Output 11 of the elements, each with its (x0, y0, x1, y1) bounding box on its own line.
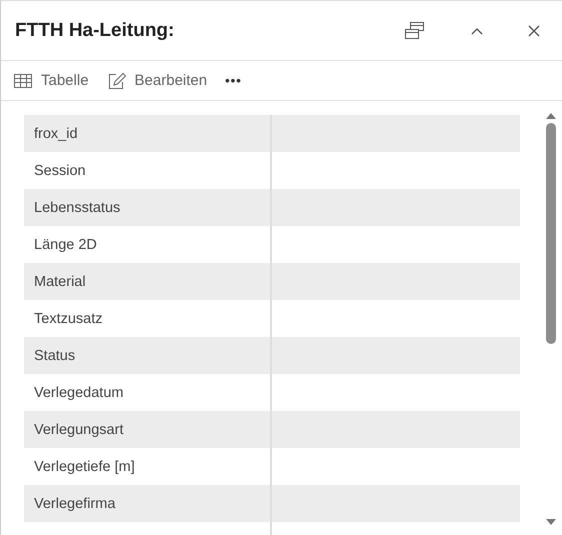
pencil-icon (106, 72, 127, 90)
more-button[interactable]: ••• (223, 71, 244, 90)
dock-icon[interactable] (404, 20, 426, 40)
scroll-up-icon[interactable] (545, 111, 557, 120)
edit-button[interactable]: Bearbeiten (104, 70, 210, 92)
table-button[interactable]: Tabelle (11, 70, 91, 91)
scroll-down-icon[interactable] (545, 518, 557, 527)
window-title: FTTH Ha-Leitung: (15, 20, 174, 42)
collapse-icon[interactable] (470, 26, 484, 36)
close-icon[interactable] (528, 24, 540, 36)
table-icon (13, 72, 33, 88)
